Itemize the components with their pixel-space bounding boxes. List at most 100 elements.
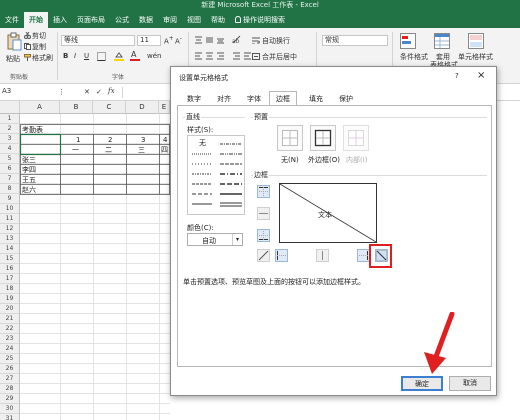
cell-employee-name[interactable]: 张三 [22, 155, 36, 165]
cell-weekday[interactable]: 一 [72, 145, 79, 155]
align-left-icon[interactable] [194, 52, 224, 63]
tab-protection[interactable]: 保护 [335, 94, 357, 105]
row-header[interactable]: 5 [0, 154, 20, 164]
tab-alignment[interactable]: 对齐 [213, 94, 235, 105]
insert-function-icon[interactable]: fx [108, 87, 115, 95]
cut-button[interactable]: 剪切 [32, 31, 46, 41]
copy-button[interactable]: 复制 [32, 42, 46, 52]
row-header[interactable]: 4 [0, 144, 20, 154]
conditional-format-button[interactable]: 条件格式 [400, 52, 428, 62]
tab-formulas[interactable]: 公式 [110, 12, 134, 28]
cell-employee-name[interactable]: 李四 [22, 165, 36, 175]
row-header[interactable]: 15 [0, 254, 20, 264]
tab-review[interactable]: 审阅 [158, 12, 182, 28]
confirm-entry-icon[interactable]: ✓ [96, 88, 102, 96]
fill-color-icon[interactable] [114, 51, 124, 63]
font-color-icon[interactable]: A [130, 50, 140, 63]
preset-inside-button[interactable] [343, 125, 369, 151]
tab-number[interactable]: 数字 [183, 94, 205, 105]
border-inside-horizontal-button[interactable] [257, 207, 270, 220]
align-top-icon[interactable] [194, 36, 224, 47]
row-header[interactable]: 2 [0, 124, 20, 134]
row-header[interactable]: 16 [0, 264, 20, 274]
tell-me-search[interactable]: 操作说明搜索 [230, 12, 290, 28]
row-header[interactable]: 14 [0, 244, 20, 254]
row-header[interactable]: 3 [0, 134, 20, 144]
column-header[interactable]: D [126, 101, 159, 114]
format-painter-button[interactable]: 格式刷 [32, 53, 53, 63]
border-left-button[interactable] [275, 249, 288, 262]
italic-button[interactable]: I [74, 52, 76, 60]
row-header[interactable]: 10 [0, 204, 20, 214]
row-header[interactable]: 7 [0, 174, 20, 184]
help-button[interactable]: ? [455, 72, 459, 80]
border-icon[interactable] [97, 52, 106, 63]
cell-a1-title[interactable]: 考勤表 [22, 125, 43, 135]
row-header[interactable]: 24 [0, 344, 20, 354]
cell-employee-name[interactable]: 王五 [22, 175, 36, 185]
paste-button[interactable]: 粘贴 [6, 54, 20, 64]
number-format-box[interactable]: 常规 [322, 35, 388, 46]
row-header[interactable]: 19 [0, 294, 20, 304]
cell-employee-name[interactable]: 赵六 [22, 185, 36, 195]
name-box[interactable]: A3 [0, 87, 56, 98]
cell-weekday[interactable]: 三 [138, 145, 145, 155]
shrink-font-icon[interactable]: A- [175, 36, 182, 45]
row-header[interactable]: 26 [0, 364, 20, 374]
column-header[interactable]: A [20, 101, 60, 114]
row-header[interactable]: 28 [0, 384, 20, 394]
tab-insert[interactable]: 插入 [48, 12, 72, 28]
cell-day-number[interactable]: 2 [108, 135, 112, 145]
line-color-dropdown[interactable]: 自动 ▾ [187, 233, 243, 246]
close-button[interactable]: × [477, 70, 485, 81]
paste-icon[interactable] [6, 32, 22, 52]
font-name-box[interactable]: 等线 [61, 35, 135, 46]
font-size-box[interactable]: 11 [137, 35, 161, 46]
wrap-text-button[interactable]: 自动换行 [262, 36, 290, 46]
name-box-dropdown-icon[interactable]: ⋮ [58, 88, 65, 96]
column-header[interactable]: E [159, 101, 170, 114]
row-header[interactable]: 8 [0, 184, 20, 194]
tab-page-layout[interactable]: 页面布局 [72, 12, 110, 28]
row-header[interactable]: 1 [0, 114, 20, 124]
border-diagonal-up-button[interactable] [257, 249, 270, 262]
row-header[interactable]: 18 [0, 284, 20, 294]
line-style-list[interactable]: 无 [187, 135, 245, 215]
column-header[interactable]: B [60, 101, 93, 114]
row-header[interactable]: 17 [0, 274, 20, 284]
column-header[interactable]: C [93, 101, 126, 114]
row-header[interactable]: 23 [0, 334, 20, 344]
tab-file[interactable]: 文件 [0, 12, 24, 28]
tab-fill[interactable]: 填充 [305, 94, 327, 105]
cell-weekday[interactable]: 四 [161, 145, 168, 155]
grow-font-icon[interactable]: A+ [164, 36, 174, 45]
tab-home[interactable]: 开始 [24, 12, 48, 28]
tab-font[interactable]: 字体 [243, 94, 265, 105]
tab-data[interactable]: 数据 [134, 12, 158, 28]
border-diagonal-down-button[interactable] [375, 249, 388, 262]
underline-button[interactable]: U [84, 52, 89, 60]
indent-icon[interactable] [232, 52, 252, 63]
bold-button[interactable]: B [63, 52, 68, 60]
tab-help[interactable]: 帮助 [206, 12, 230, 28]
cell-day-number[interactable]: 4 [163, 135, 167, 145]
select-all-corner[interactable] [0, 101, 20, 114]
row-header[interactable]: 21 [0, 314, 20, 324]
cell-styles-button[interactable]: 单元格样式 [458, 52, 493, 62]
tab-view[interactable]: 视图 [182, 12, 206, 28]
row-header[interactable]: 29 [0, 394, 20, 404]
preset-none-button[interactable] [277, 125, 303, 151]
row-header[interactable]: 13 [0, 234, 20, 244]
preset-outline-button[interactable] [310, 125, 336, 151]
merge-center-button[interactable]: 合并后居中 [262, 52, 297, 62]
row-header[interactable]: 31 [0, 414, 20, 420]
cancel-entry-icon[interactable]: ✕ [84, 88, 90, 96]
border-bottom-button[interactable] [257, 229, 270, 242]
border-preview[interactable]: 文本 [279, 183, 377, 243]
phonetic-icon[interactable]: wén [147, 52, 161, 60]
row-header[interactable]: 20 [0, 304, 20, 314]
row-header[interactable]: 11 [0, 214, 20, 224]
cell-day-number[interactable]: 1 [76, 135, 80, 145]
tab-border[interactable]: 边框 [269, 91, 297, 106]
border-inside-vertical-button[interactable] [316, 249, 329, 262]
